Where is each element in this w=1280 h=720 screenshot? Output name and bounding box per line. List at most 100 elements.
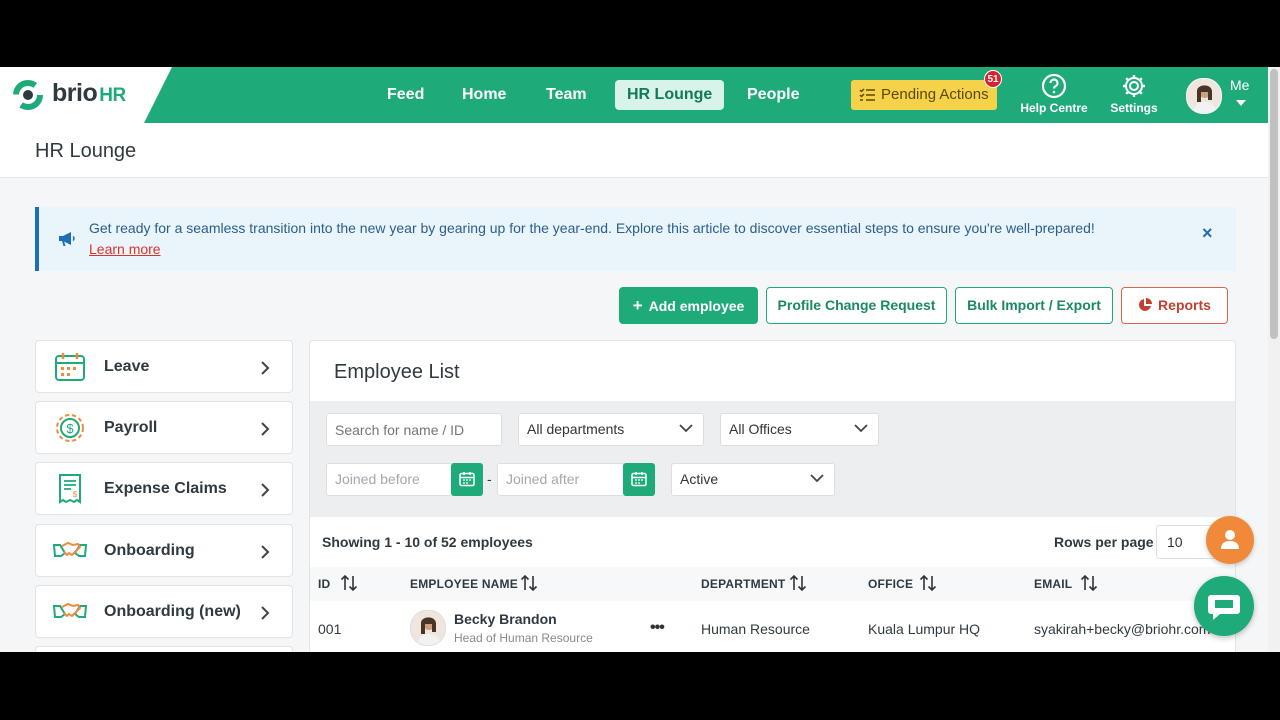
showing-count: Showing 1 - 10 of 52 employees [322,534,533,550]
banner-message: Get ready for a seamless transition into… [89,220,1095,236]
department-select-value: All departments [527,421,625,437]
add-employee-button[interactable]: + Add employee [619,287,758,324]
chevron-right-icon [261,606,270,620]
announcement-banner: Get ready for a seamless transition into… [35,207,1236,271]
chat-bubble-icon [1208,595,1240,620]
sidebar-item-payroll[interactable]: $ Payroll [35,401,293,454]
me-label[interactable]: Me [1230,77,1249,93]
nav-home[interactable]: Home [450,80,518,110]
pending-count-badge: 51 [984,70,1002,88]
handshake-icon [52,602,88,618]
office-select[interactable]: All Offices [720,413,879,446]
office-select-value: All Offices [729,421,792,437]
nav-feed[interactable]: Feed [375,80,436,110]
megaphone-icon [59,232,75,246]
employee-list-title: Employee List [334,361,460,383]
question-circle-icon [1041,73,1067,99]
employee-name[interactable]: Becky Brandon [454,611,557,627]
nav-hr-lounge[interactable]: HR Lounge [615,80,725,110]
user-icon [1221,530,1239,549]
user-profile-fab[interactable] [1206,516,1254,564]
calendar-icon [631,472,647,487]
date-range-separator: - [487,471,492,487]
sidebar-item-more[interactable] [35,646,293,652]
column-header-office[interactable]: OFFICE [868,574,937,592]
employee-list-card: Employee List All departments All Office… [309,340,1236,652]
filter-panel: All departments All Offices Joined befor… [310,401,1235,517]
checklist-icon [859,88,875,101]
page-header: HR Lounge [0,123,1268,178]
chevron-right-icon [261,422,270,436]
pending-actions-button[interactable]: Pending Actions [851,80,997,110]
sidebar-item-label: Expense Claims [104,480,227,497]
learn-more-link[interactable]: Learn more [89,241,161,257]
svg-text:$: $ [66,421,74,436]
plus-icon: + [632,296,643,315]
chevron-down-icon [810,474,824,483]
sidebar-item-onboarding[interactable]: Onboarding [35,524,293,577]
joined-before-field[interactable]: Joined before [326,463,454,496]
sidebar-item-label: Leave [104,358,150,375]
reports-button[interactable]: Reports [1121,287,1228,324]
sidebar-item-leave[interactable]: Leave [35,340,293,393]
employee-avatar [410,610,446,646]
sort-icon [789,574,807,592]
calendar-icon [55,353,85,381]
settings-button[interactable]: Settings [1104,73,1164,115]
sort-icon [919,574,937,592]
chevron-down-icon [679,424,693,433]
employee-job-title: Head of Human Resource [454,631,593,645]
status-select-value: Active [680,471,719,487]
row-actions-menu-icon[interactable]: ••• [650,619,665,637]
employee-id: 001 [318,621,342,637]
department-select[interactable]: All departments [518,413,704,446]
logo-text: brio HR [52,79,126,107]
top-navigation-bar: brio HR Feed Home Team HR Lounge People P… [0,67,1268,123]
reports-label: Reports [1158,297,1211,313]
logo[interactable]: brio HR [0,67,172,123]
user-avatar[interactable] [1186,78,1222,114]
rows-per-page-value: 10 [1167,534,1183,550]
briohr-logo-icon [13,80,43,110]
help-centre-button[interactable]: Help Centre [1018,73,1090,115]
employee-department: Human Resource [701,621,810,637]
column-header-id[interactable]: ID [318,574,358,592]
bulk-import-export-button[interactable]: Bulk Import / Export [955,287,1113,324]
joined-before-calendar-button[interactable] [451,463,483,496]
gear-icon [1123,75,1145,97]
close-icon[interactable]: × [1202,223,1213,244]
status-select[interactable]: Active [671,463,835,496]
nav-team[interactable]: Team [534,80,599,110]
calendar-icon [459,472,475,487]
column-header-email[interactable]: EMAIL [1034,574,1098,592]
joined-after-field[interactable]: Joined after [497,463,625,496]
avatar-photo-icon [411,611,445,645]
dollar-coin-icon: $ [56,414,84,442]
employee-email: syakirah+becky@briohr.com [1034,621,1211,637]
chevron-down-icon [854,424,868,433]
joined-after-calendar-button[interactable] [623,463,655,496]
profile-change-request-button[interactable]: Profile Change Request [766,287,947,324]
sort-icon [520,574,538,592]
employee-office: Kuala Lumpur HQ [868,621,981,637]
sort-icon [1080,574,1098,592]
add-employee-label: Add employee [648,298,745,314]
chat-fab[interactable] [1194,576,1254,636]
vertical-scrollbar[interactable] [1268,67,1280,652]
pie-chart-icon [1139,298,1153,311]
settings-label: Settings [1110,101,1158,115]
sidebar-item-label: Payroll [104,419,158,436]
caret-down-icon[interactable] [1236,100,1246,106]
pending-actions-label: Pending Actions [881,86,989,103]
receipt-icon: $ [59,474,81,504]
sidebar-item-expense-claims[interactable]: $ Expense Claims [35,462,293,515]
column-header-employee-name[interactable]: EMPLOYEE NAME [410,574,538,592]
search-input[interactable] [326,413,502,446]
table-row[interactable]: 001 Becky Brandon Head of Human Resource… [310,601,1235,652]
nav-people[interactable]: People [735,80,811,110]
table-header: ID EMPLOYEE NAME DEPARTMENT OFFICE EMAIL [310,567,1235,601]
chevron-right-icon [261,545,270,559]
scrollbar-thumb[interactable] [1270,69,1278,339]
column-header-department[interactable]: DEPARTMENT [701,574,807,592]
sidebar-item-onboarding-new[interactable]: Onboarding (new) [35,585,293,638]
